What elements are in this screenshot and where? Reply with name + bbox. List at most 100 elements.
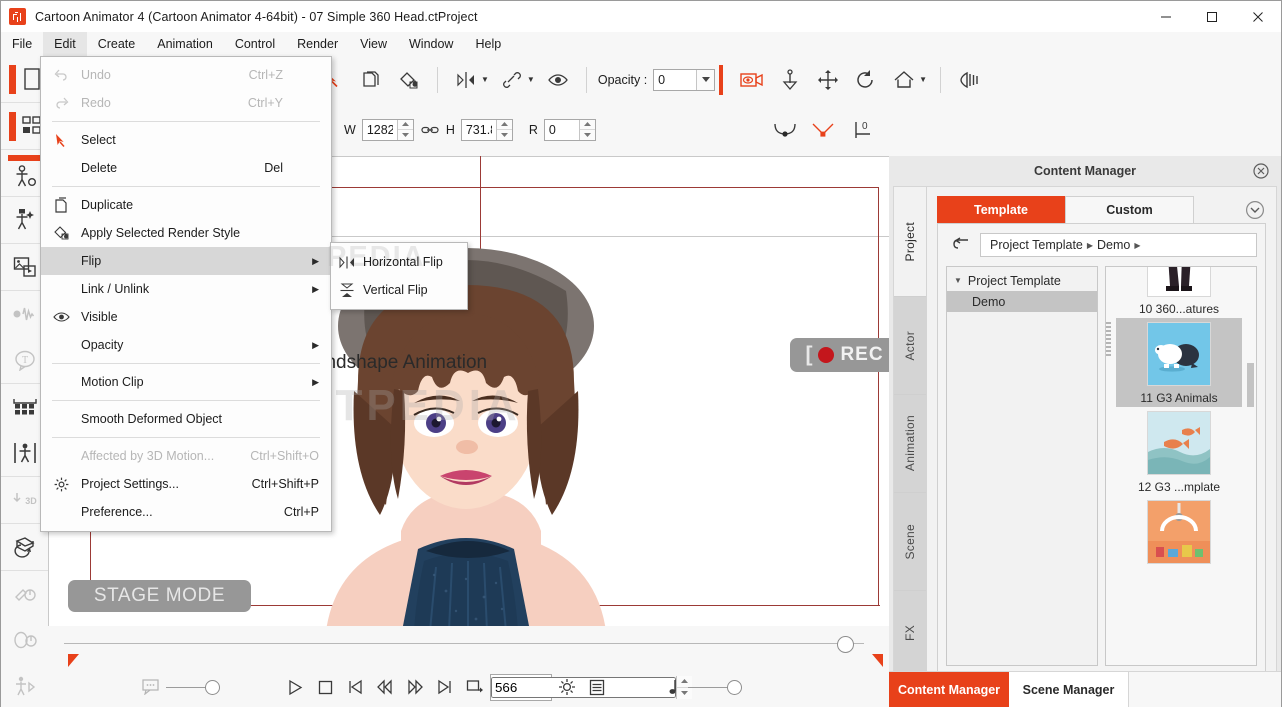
breadcrumb[interactable]: Project Template ▶ Demo ▶ (980, 233, 1257, 257)
width-field[interactable] (361, 118, 414, 141)
tree-row-demo[interactable]: Demo (947, 291, 1097, 312)
tab-template[interactable]: Template (937, 196, 1065, 223)
list-item[interactable]: 12 G3 ...mplate (1116, 407, 1242, 496)
rewind-icon[interactable] (370, 672, 400, 702)
width-stepper[interactable] (396, 119, 413, 140)
vtab-animation[interactable]: Animation (894, 395, 926, 493)
menu-item-motion-clip[interactable]: Motion Clip ▶ (41, 368, 331, 396)
menu-item-duplicate[interactable]: Duplicate (41, 191, 331, 219)
list-item[interactable] (1116, 496, 1242, 566)
close-circle-icon[interactable] (1253, 163, 1269, 179)
menu-item-link-unlink[interactable]: Link / Unlink ▶ (41, 275, 331, 303)
vtab-project[interactable]: Project (894, 187, 926, 297)
menu-animation[interactable]: Animation (146, 32, 224, 56)
tool-horizontal-flip-icon[interactable] (447, 63, 485, 97)
menu-item-visible[interactable]: Visible (41, 303, 331, 331)
timeline-list-icon[interactable] (582, 672, 612, 702)
menu-item-smooth-deformed-object[interactable]: Smooth Deformed Object (41, 405, 331, 433)
opacity-input[interactable] (654, 69, 697, 90)
tool-link-icon[interactable] (493, 63, 531, 97)
fast-forward-icon[interactable] (400, 672, 430, 702)
maximize-icon[interactable] (1189, 1, 1235, 32)
home-dropdown-caret-icon[interactable]: ▼ (919, 75, 927, 84)
tool-camera-view-icon[interactable] (733, 63, 771, 97)
menu-help[interactable]: Help (464, 32, 512, 56)
height-stepper[interactable] (495, 119, 512, 140)
tool-duplicate-icon[interactable] (352, 63, 390, 97)
play-icon[interactable] (280, 672, 310, 702)
menu-item-preference[interactable]: Preference... Ctrl+P (41, 498, 331, 526)
menu-view[interactable]: View (349, 32, 398, 56)
link-dropdown-caret-icon[interactable]: ▼ (527, 75, 535, 84)
submenu-item-horizontal-flip[interactable]: Horizontal Flip (331, 248, 467, 276)
tool-move-cross-icon[interactable] (809, 63, 847, 97)
menu-item-project-settings[interactable]: Project Settings... Ctrl+Shift+P (41, 470, 331, 498)
tool-eye-icon[interactable] (539, 63, 577, 97)
menu-item-select[interactable]: Select (41, 126, 331, 154)
menu-item-opacity[interactable]: Opacity ▶ (41, 331, 331, 359)
height-field[interactable] (460, 118, 513, 141)
timeline-track[interactable] (64, 643, 864, 644)
tab-scene-manager[interactable]: Scene Manager (1009, 672, 1129, 707)
timeline-playhead-knob[interactable] (837, 636, 854, 653)
loop-range-icon[interactable] (460, 672, 490, 702)
rotation-input[interactable] (544, 119, 579, 140)
menu-render[interactable]: Render (286, 32, 349, 56)
current-frame-field[interactable] (490, 673, 692, 701)
menu-create[interactable]: Create (87, 32, 147, 56)
audio-volume-slider[interactable] (688, 679, 742, 695)
menu-edit[interactable]: Edit (43, 32, 87, 56)
skip-to-end-icon[interactable] (430, 672, 460, 702)
tool-zero-key-icon[interactable]: 0 (842, 113, 888, 147)
thumbnail-scrollbar[interactable] (1247, 363, 1254, 407)
rotation-stepper[interactable] (578, 119, 595, 140)
flip-dropdown-caret-icon[interactable]: ▼ (481, 75, 489, 84)
rec-dot-icon (818, 347, 835, 363)
chevron-down-circle-icon[interactable] (1244, 199, 1266, 221)
close-icon[interactable] (1235, 1, 1281, 32)
skip-to-start-icon[interactable] (340, 672, 370, 702)
menu-file[interactable]: File (1, 32, 43, 56)
menu-control[interactable]: Control (224, 32, 286, 56)
opacity-dropdown-icon[interactable] (696, 69, 715, 90)
back-arrow-icon[interactable] (946, 233, 980, 257)
submenu-item-vertical-flip[interactable]: Vertical Flip (331, 276, 467, 304)
vtab-actor[interactable]: Actor (894, 297, 926, 395)
minimize-icon[interactable] (1143, 1, 1189, 32)
music-note-icon[interactable] (658, 672, 688, 702)
menu-item-delete[interactable]: Delete Del (41, 154, 331, 182)
range-marker-start-icon[interactable] (68, 654, 79, 667)
tab-content-manager[interactable]: Content Manager (889, 672, 1009, 707)
tree-row-project-template[interactable]: ▼ Project Template (947, 270, 1097, 291)
column-resize-grip[interactable] (1106, 322, 1111, 356)
width-input[interactable] (362, 119, 397, 140)
bubble-opacity-slider[interactable] (166, 679, 220, 695)
tool-speaker-waves-icon[interactable] (950, 63, 988, 97)
menu-item-apply-render-style[interactable]: Apply Selected Render Style (41, 219, 331, 247)
height-input[interactable] (461, 119, 496, 140)
breadcrumb-level-1[interactable]: Demo (1097, 238, 1130, 252)
rotation-field[interactable] (543, 118, 596, 141)
tool-rotate-ccw-icon[interactable] (847, 63, 885, 97)
breadcrumb-root[interactable]: Project Template (990, 238, 1083, 252)
tool-paint-bucket-icon[interactable] (390, 63, 428, 97)
aspect-chain-link-icon[interactable] (414, 113, 446, 147)
menu-item-flip[interactable]: Flip ▶ (41, 247, 331, 275)
list-item[interactable]: 11 G3 Animals (1116, 318, 1242, 407)
range-marker-end-icon[interactable] (872, 654, 883, 667)
tool-smooth-curve-icon[interactable] (766, 113, 804, 147)
tree-expand-triangle-icon[interactable]: ▼ (954, 276, 962, 285)
tool-home-icon[interactable] (885, 63, 923, 97)
menu-window[interactable]: Window (398, 32, 464, 56)
thumbnail-grid[interactable]: 10 360...atures 11 G3 Animals 12 G3 ...m… (1105, 266, 1257, 666)
tool-sharp-curve-icon[interactable] (804, 113, 842, 147)
vtab-fx[interactable]: FX (894, 591, 926, 675)
tab-custom[interactable]: Custom (1065, 196, 1194, 223)
vtab-scene[interactable]: Scene (894, 493, 926, 591)
transport-speech-bubble-icon[interactable] (136, 672, 166, 702)
timeline-gear-icon[interactable] (552, 672, 582, 702)
opacity-field[interactable] (653, 68, 716, 91)
stop-icon[interactable] (310, 672, 340, 702)
tool-anchor-pin-icon[interactable] (771, 63, 809, 97)
list-item[interactable]: 10 360...atures (1116, 267, 1242, 318)
